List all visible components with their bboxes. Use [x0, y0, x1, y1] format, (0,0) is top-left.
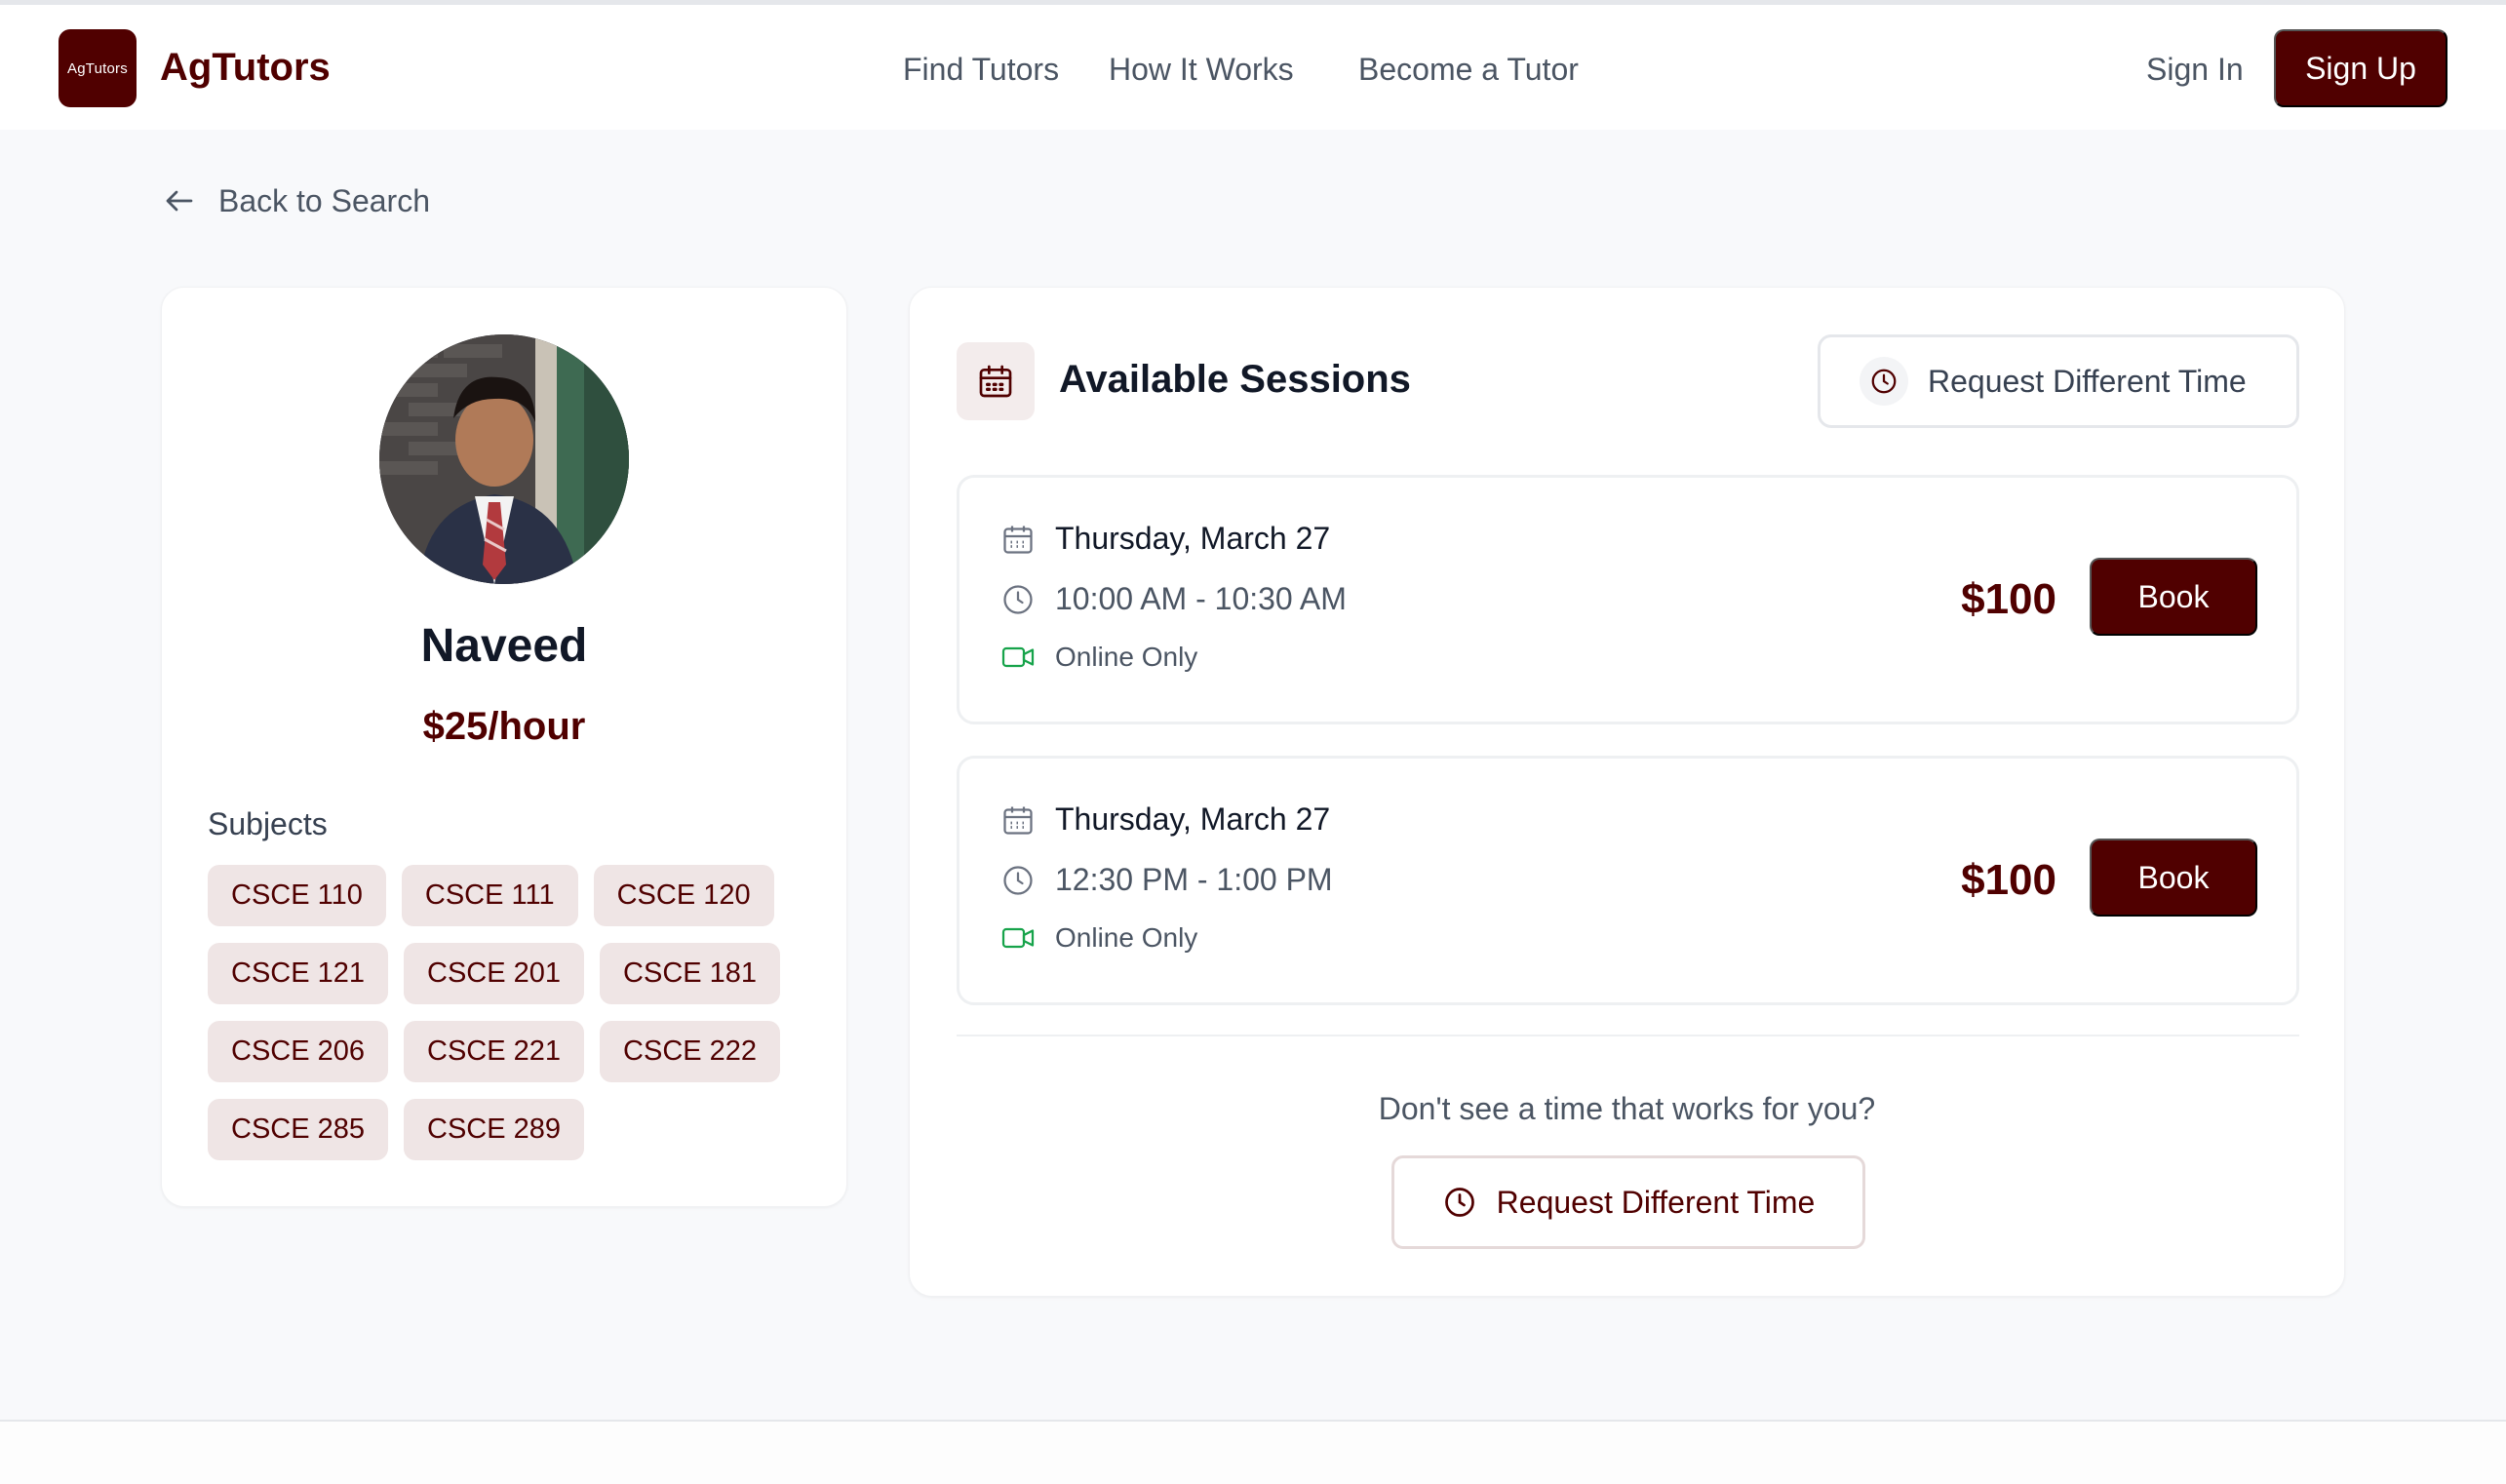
book-button[interactable]: Book	[2090, 839, 2257, 917]
logo[interactable]: AgTutors	[59, 29, 137, 107]
calendar-icon	[1003, 526, 1033, 554]
subject-chip: CSCE 289	[404, 1099, 585, 1160]
back-to-search-link[interactable]: Back to Search	[162, 179, 430, 222]
session-mode: Online Only	[1055, 922, 1198, 953]
session-mode-row: Online Only	[1000, 920, 1197, 956]
subject-chip: CSCE 201	[404, 943, 585, 1004]
video-icon	[1001, 927, 1035, 949]
nav-find-tutors[interactable]: Find Tutors	[903, 52, 1059, 88]
hourly-rate: $25/hour	[422, 705, 586, 748]
divider	[957, 1035, 2299, 1036]
brand-name[interactable]: AgTutors	[160, 46, 331, 90]
calendar-icon	[1003, 806, 1033, 835]
back-label: Back to Search	[218, 182, 430, 218]
tutor-name: Naveed	[420, 620, 588, 672]
clock-icon	[1003, 865, 1033, 895]
clock-icon	[1444, 1188, 1474, 1217]
subject-chip: CSCE 206	[208, 1021, 389, 1082]
navbar: AgTutors AgTutors Find Tutors How It Wor…	[0, 5, 2506, 130]
request-different-time-label: Request Different Time	[1928, 363, 2247, 399]
subject-chip: CSCE 110	[208, 865, 386, 926]
arrow-left-icon	[166, 190, 193, 212]
session-slot: Thursday, March 27 12:30 PM - 1:00 PM On…	[957, 756, 2299, 1005]
sessions-title: Available Sessions	[1059, 358, 1411, 401]
footer	[0, 1422, 2506, 1484]
tutor-avatar	[379, 334, 629, 584]
calendar-icon	[979, 365, 1012, 398]
session-date-row: Thursday, March 27	[1000, 801, 1330, 838]
session-time-row: 10:00 AM - 10:30 AM	[1000, 581, 1347, 617]
calendar-badge	[957, 342, 1035, 420]
session-price: $100	[1961, 575, 2056, 623]
session-mode: Online Only	[1055, 642, 1198, 672]
clock-icon	[1860, 357, 1908, 406]
subject-chip: CSCE 285	[208, 1099, 389, 1160]
session-date: Thursday, March 27	[1055, 801, 1331, 837]
request-different-time-cta[interactable]: Request Different Time	[1391, 1155, 1865, 1249]
session-time: 12:30 PM - 1:00 PM	[1055, 862, 1333, 897]
subject-chip: CSCE 121	[208, 943, 389, 1004]
clock-icon	[1003, 584, 1033, 614]
subject-chip: CSCE 181	[600, 943, 781, 1004]
request-different-time-button[interactable]: Request Different Time	[1818, 334, 2299, 428]
no-time-prompt: Don't see a time that works for you?	[1378, 1091, 1876, 1126]
session-mode-row: Online Only	[1000, 640, 1197, 675]
subject-chip: CSCE 221	[404, 1021, 585, 1082]
tutor-profile-card: Naveed $25/hour Subjects CSCE 110 CSCE 1…	[161, 287, 847, 1207]
video-icon	[1001, 646, 1035, 668]
subjects-label: Subjects	[208, 806, 328, 841]
nav-become-a-tutor[interactable]: Become a Tutor	[1358, 52, 1579, 88]
session-slot: Thursday, March 27 10:00 AM - 10:30 AM O…	[957, 475, 2299, 724]
subject-chip: CSCE 111	[401, 865, 578, 926]
session-price: $100	[1961, 856, 2056, 904]
sign-in-link[interactable]: Sign In	[2146, 52, 2244, 88]
subject-chip: CSCE 120	[593, 865, 774, 926]
session-time-row: 12:30 PM - 1:00 PM	[1000, 862, 1333, 898]
nav-how-it-works[interactable]: How It Works	[1109, 52, 1294, 88]
subject-chips: CSCE 110 CSCE 111 CSCE 120 CSCE 121 CSCE…	[208, 865, 812, 1160]
available-sessions-card: Available Sessions Request Different Tim…	[909, 287, 2345, 1297]
request-different-time-cta-label: Request Different Time	[1496, 1184, 1816, 1220]
session-date: Thursday, March 27	[1055, 521, 1331, 556]
book-button[interactable]: Book	[2090, 558, 2257, 636]
subject-chip: CSCE 222	[600, 1021, 781, 1082]
session-time: 10:00 AM - 10:30 AM	[1055, 581, 1347, 616]
sign-up-button[interactable]: Sign Up	[2274, 29, 2447, 107]
session-date-row: Thursday, March 27	[1000, 521, 1330, 557]
